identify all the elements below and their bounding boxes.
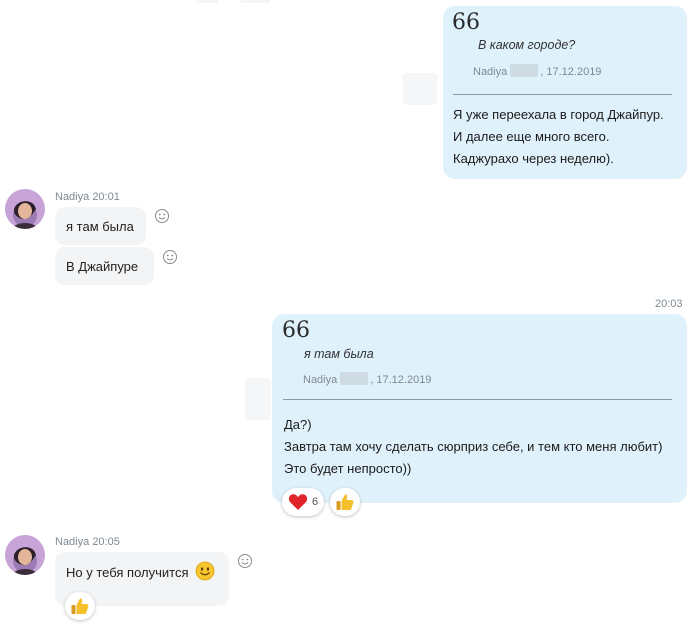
redacted-surname (340, 372, 369, 385)
smiley-icon (195, 561, 215, 581)
message-text: я там была (66, 219, 134, 234)
incoming-message-bubble[interactable]: В Джайпуре (55, 247, 154, 285)
add-reaction-smile-icon[interactable] (162, 249, 178, 265)
background-artifact (245, 378, 271, 420)
message-line: И далее еще много всего. (453, 129, 610, 144)
quoted-author: Nadiya (303, 374, 338, 386)
quoted-author: Nadiya (473, 66, 508, 78)
quote-divider (283, 399, 672, 400)
message-text: Да?) Завтра там хочу сделать сюрприз себ… (284, 414, 662, 480)
redacted-surname (510, 64, 539, 77)
message-line: Да?) (284, 417, 312, 432)
add-reaction-smile-icon[interactable] (237, 553, 253, 569)
outgoing-message-bubble[interactable]: 66 В каком городе? Nadiya, 17.12.2019 Я … (443, 6, 687, 179)
incoming-message-bubble[interactable]: я там была (55, 207, 146, 245)
background-artifact (196, 0, 218, 3)
message-text: В Джайпуре (66, 259, 139, 274)
thumbs-up-icon (335, 492, 355, 512)
reaction-count: 6 (311, 496, 319, 508)
message-text: Но у тебя получится (66, 565, 189, 580)
quoted-meta: Nadiya, 17.12.2019 (303, 372, 432, 386)
add-reaction-smile-icon[interactable] (154, 208, 170, 224)
heart-icon (288, 493, 308, 511)
reaction-thumbs-up[interactable] (65, 592, 95, 620)
background-artifact (240, 0, 270, 3)
message-time: 20:05 (92, 536, 120, 548)
message-line: Каджурахо через неделю). (453, 151, 614, 166)
quoted-date: 17.12.2019 (376, 374, 432, 386)
quoted-text: В каком городе? (478, 38, 576, 52)
sender-info: Nadiya 20:05 (55, 536, 120, 548)
sender-name: Nadiya (55, 191, 90, 203)
quoted-date: 17.12.2019 (546, 66, 602, 78)
message-time: 20:03 (655, 298, 683, 310)
quoted-text: я там была (304, 347, 374, 361)
avatar[interactable] (5, 535, 45, 575)
sender-info: Nadiya 20:01 (55, 191, 120, 203)
sender-name: Nadiya (55, 536, 90, 548)
message-line: Это будет непросто)) (284, 461, 412, 476)
quote-divider (453, 94, 672, 95)
reaction-thumbs-up[interactable] (330, 488, 360, 516)
thumbs-up-icon (70, 596, 90, 616)
quote-icon: 66 (282, 318, 310, 343)
avatar[interactable] (5, 189, 45, 229)
message-line: Завтра там хочу сделать сюрприз себе, и … (284, 439, 663, 454)
quote-icon: 66 (452, 10, 480, 35)
reaction-heart[interactable]: 6 (282, 488, 324, 516)
outgoing-message-bubble[interactable]: 66 я там была Nadiya, 17.12.2019 Да?) За… (272, 314, 687, 503)
background-artifact (403, 73, 437, 105)
message-line: Я уже переехала в город Джайпур. (453, 107, 664, 122)
quoted-meta: Nadiya, 17.12.2019 (473, 64, 602, 78)
message-time: 20:01 (92, 191, 120, 203)
message-text: Я уже переехала в город Джайпур. И далее… (453, 104, 664, 170)
